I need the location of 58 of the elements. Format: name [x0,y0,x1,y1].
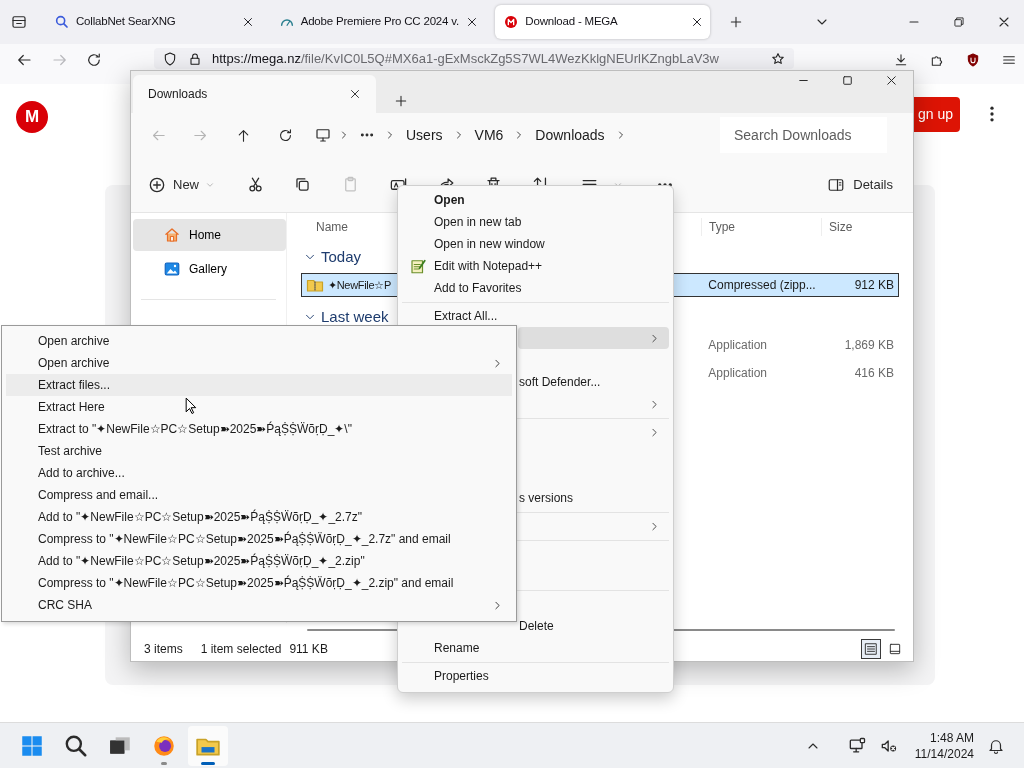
column-header[interactable]: Name [316,220,348,234]
file-type: Compressed (zipp... [708,278,816,292]
menu-item[interactable]: Compress and email... [6,484,512,506]
item-count: 3 items [144,641,183,658]
sidebar-item[interactable]: Home [133,219,286,251]
logo[interactable]: M [16,101,48,133]
url-text: https://mega.nz/file/KvIC0L5Q#MX6a1-gExMsckZg5S7WL4WezKklgNEUrlKZngbLaV3w [212,49,720,68]
breadcrumb-item[interactable]: Downloads [525,124,615,146]
menu-item[interactable]: s versions [518,487,669,509]
details-button[interactable]: Details [821,169,899,200]
menu-item[interactable]: Test archive [6,440,512,462]
selection-info: 1 item selected [200,641,282,658]
file-name: ✦NewFile☆P [328,277,392,293]
browser-tab[interactable]: Download - MEGA [495,5,710,39]
column-header[interactable]: Size [829,220,853,234]
file-size: 912 KB [854,278,894,292]
menu-item[interactable]: soft Defender... [518,371,669,393]
file-type: Application [708,366,768,380]
breadcrumb-item[interactable]: VM6 [464,124,514,146]
menu-item[interactable]: Rename [402,637,669,659]
browser-tab[interactable]: Adobe Premiere Pro CC 2024 v. [270,5,486,39]
tab-title: Downloads [148,86,209,103]
menu-item[interactable]: Extract All... [402,305,669,327]
sign-up-button[interactable]: gn up [914,97,960,132]
group-header[interactable]: Today [321,245,362,269]
menu-item[interactable]: Add to Favorites [402,277,669,299]
clock-time[interactable]: 1:48 AM [914,729,974,746]
menu-item[interactable]: Compress to "✦NewFile☆PC☆Setup➽2025➽ṔąṨṨẄõṛḌ_✦_2.zip" and email [6,572,512,594]
column-header[interactable]: Type [709,220,735,234]
menu-item[interactable]: Edit with Notepad++ [402,255,669,277]
menu-item[interactable]: CRC SHA [6,594,512,616]
menu-item[interactable]: Open in new tab [402,211,669,233]
menu-item[interactable]: Open in new window [402,233,669,255]
browser-tab[interactable]: CollabNet SearXNG [46,5,261,39]
menu-item[interactable]: Add to "✦NewFile☆PC☆Setup➽2025➽ṔąṨṨẄõṛḌ_✦_2.zip" [6,550,512,572]
sidebar-item[interactable]: Gallery [133,253,286,285]
menu-item[interactable]: Extract Here [6,396,512,418]
menu-item[interactable]: Compress to "✦NewFile☆PC☆Setup➽2025➽ṔąṨṨẄõṛḌ_✦_2.7z" and email [6,528,512,550]
new-button[interactable]: New [141,169,221,200]
menu-item[interactable]: Extract to "✦NewFile☆PC☆Setup➽2025➽ṔąṨṨẄõṛḌ_✦\" [6,418,512,440]
explorer-tab[interactable]: Downloads [133,75,376,113]
file-size: 416 KB [854,366,894,380]
address-bar[interactable]: https://mega.nz/file/KvIC0L5Q#MX6a1-gExMsckZg5S7WL4WezKklgNEUrlKZngbLaV3w [154,48,794,69]
file-size: 1,869 KB [844,338,894,352]
menu-item[interactable]: Add to "✦NewFile☆PC☆Setup➽2025➽ṔąṨṨẄõṛḌ_✦_2.7z" [6,506,512,528]
menu-item[interactable]: Open archive [6,330,512,352]
menu-item[interactable]: Open [402,189,669,211]
file-type: Application [708,338,768,352]
menu-item[interactable]: Open archive [6,352,512,374]
breadcrumb-item[interactable]: Users [396,124,453,146]
menu-item[interactable]: Delete [518,615,669,637]
clock-date[interactable]: 11/14/2024 [914,745,974,762]
menu-item[interactable]: Properties [402,665,669,687]
group-header[interactable]: Last week [321,305,389,329]
selection-size: 911 KB [289,641,328,658]
menu-item[interactable]: Extract files... [6,374,512,396]
menu-item[interactable]: Add to archive... [6,462,512,484]
search-field[interactable]: Search Downloads [720,117,887,153]
